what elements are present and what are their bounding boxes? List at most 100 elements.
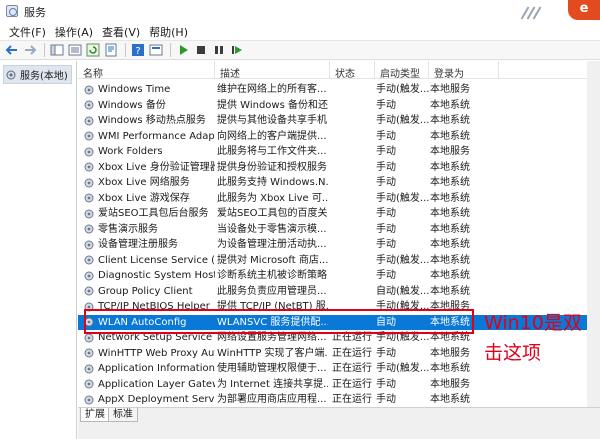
menu-view[interactable]: 查看(V) <box>98 22 145 40</box>
help-icon[interactable]: ? <box>130 42 146 58</box>
service-name-cell: Xbox Live 身份验证管理器 <box>83 160 215 176</box>
service-description: 为部署应用商店应用程... <box>217 394 327 405</box>
tab-standard[interactable]: 标准 <box>108 408 138 422</box>
service-description: 提供与其他设备共享手机... <box>217 115 328 126</box>
table-row[interactable]: WMI Performance Adapt...向网络上的客户端提供... 手动 本… <box>78 129 600 145</box>
service-description: 爱站SEO工具包的百度关... <box>217 208 328 219</box>
service-description: 提供身份验证和授权服务... <box>217 161 328 173</box>
table-row[interactable]: 设备管理注册服务 为设备管理注册活动执... 手动 本地系统 <box>78 237 600 253</box>
table-row[interactable]: Xbox Live 网络服务 此服务支持 Windows.N... 手动 本地系统 <box>78 175 600 191</box>
service-log-on-as: 本地系统 <box>430 161 470 173</box>
service-description: 提供对 Microsoft 商店... <box>217 254 328 266</box>
table-row[interactable]: Windows 移动热点服务 提供与其他设备共享手机... 手动(触发... 本地系统 <box>78 113 600 129</box>
gear-icon <box>84 240 94 250</box>
service-startup-type: 手动(触发... <box>376 363 429 374</box>
column-header-log-on-as[interactable]: 登录为 <box>429 61 499 80</box>
table-row[interactable]: Work Folders 此服务将与工作文件夹... 手动 本地服务 <box>78 144 600 160</box>
service-name: Windows Time <box>98 84 171 95</box>
gear-icon <box>84 348 94 358</box>
restart-service-icon[interactable] <box>229 42 245 58</box>
service-startup-type: 手动(触发... <box>376 84 429 95</box>
pause-service-icon[interactable] <box>211 42 227 58</box>
table-row[interactable]: Windows Time 维护在网络上的所有客... 手动(触发... 本地服务 <box>78 82 600 98</box>
service-status: 正在运行 <box>332 347 372 359</box>
table-row[interactable]: AppX Deployment Servic...为部署应用商店应用程... 正在… <box>78 392 600 407</box>
back-arrow-icon[interactable] <box>4 42 20 58</box>
menu-help[interactable]: 帮助(H) <box>145 22 193 40</box>
table-row[interactable]: Application Layer Gatewa...为 Internet 连接… <box>78 377 600 393</box>
service-log-on-as: 本地系统 <box>430 285 470 297</box>
service-startup-type: 手动 <box>376 239 396 250</box>
table-row[interactable]: Group Policy Client 此服务负责应用管理员... 自动(触发...… <box>78 284 600 300</box>
service-name-cell: AppX Deployment Servic... <box>83 392 215 407</box>
site-logo: e <box>568 0 600 20</box>
table-row[interactable]: Xbox Live 游戏保存 此服务为 Xbox Live 可... 手动(触发..… <box>78 191 600 207</box>
column-header-status[interactable]: 状态 <box>330 61 375 80</box>
annotation-text: Win10是双击这项 <box>484 312 582 364</box>
service-name-cell: Application Layer Gatewa... <box>83 377 215 393</box>
table-row[interactable]: Windows 备份 提供 Windows 备份和还... 手动 本地系统 <box>78 98 600 114</box>
table-row[interactable]: 爱站SEO工具包后台服务 爱站SEO工具包的百度关... 手动 本地系统 <box>78 206 600 222</box>
service-name-cell: WMI Performance Adapt... <box>83 129 215 145</box>
service-log-on-as: 本地服务 <box>430 146 470 157</box>
title-bar: 服务 e <box>0 0 600 22</box>
menu-action[interactable]: 操作(A) <box>51 22 98 40</box>
list-view-icon[interactable] <box>67 42 83 58</box>
menu-file[interactable]: 文件(F) <box>5 22 51 40</box>
gear-icon <box>84 85 94 95</box>
gear-icon <box>84 193 94 203</box>
properties-icon[interactable] <box>148 42 164 58</box>
service-name-cell: Diagnostic System Host <box>83 268 215 284</box>
service-name: Diagnostic System Host <box>98 270 215 281</box>
services-app-icon <box>6 5 18 17</box>
column-header-row: 名称 描述 状态 启动类型 登录为 <box>78 61 600 80</box>
service-name-cell: Windows Time <box>83 82 215 98</box>
start-service-icon[interactable] <box>175 42 191 58</box>
column-header-startup-type[interactable]: 启动类型 <box>375 61 429 80</box>
service-name-cell: WinHTTP Web Proxy Aut... <box>83 346 215 362</box>
service-name: 爱站SEO工具包后台服务 <box>98 208 209 219</box>
service-startup-type: 手动 <box>376 378 396 390</box>
service-name: WinHTTP Web Proxy Aut... <box>98 347 215 359</box>
service-description: 为设备管理注册活动执... <box>217 239 327 250</box>
column-header-description[interactable]: 描述 <box>215 61 330 80</box>
table-row[interactable]: 零售演示服务 当设备处于零售演示模... 手动 本地系统 <box>78 222 600 238</box>
service-startup-type: 手动 <box>376 161 396 173</box>
column-header-status-label: 状态 <box>335 69 355 80</box>
highlight-box <box>84 309 474 334</box>
table-row[interactable]: Xbox Live 身份验证管理器 提供身份验证和授权服务... 手动 本地系统 <box>78 160 600 176</box>
service-log-on-as: 本地系统 <box>430 192 470 204</box>
service-name: Client License Service (Cli... <box>98 254 215 266</box>
service-description: 此服务支持 Windows.N... <box>217 177 328 188</box>
service-startup-type: 手动 <box>376 130 396 142</box>
service-name: Application Layer Gatewa... <box>98 378 215 390</box>
service-name: Work Folders <box>98 146 163 157</box>
service-name: 设备管理注册服务 <box>98 239 178 250</box>
service-name-cell: Group Policy Client <box>83 284 215 300</box>
service-name-cell: Windows 备份 <box>83 98 215 114</box>
column-header-name[interactable]: 名称 <box>78 61 215 80</box>
service-startup-type: 手动(触发... <box>376 192 429 204</box>
service-status: 正在运行 <box>332 378 372 390</box>
export-list-icon[interactable] <box>103 42 119 58</box>
table-row[interactable]: Diagnostic System Host 诊断系统主机被诊断策略... 手动 本地… <box>78 268 600 284</box>
service-description: 为 Internet 连接共享提... <box>217 378 328 390</box>
service-name: 零售演示服务 <box>98 223 158 235</box>
service-startup-type: 手动 <box>376 394 396 405</box>
stop-service-icon[interactable] <box>193 42 209 58</box>
toolbar-separator <box>170 43 171 57</box>
tree-item-services-local[interactable]: 服务(本地) <box>3 65 72 84</box>
service-startup-type: 手动(触发... <box>376 254 429 266</box>
tab-extended[interactable]: 扩展 <box>80 408 110 422</box>
service-log-on-as: 本地系统 <box>430 115 470 126</box>
forward-arrow-icon[interactable] <box>22 42 38 58</box>
console-tree-icon[interactable] <box>49 42 65 58</box>
refresh-icon[interactable] <box>85 42 101 58</box>
gear-icon <box>84 131 94 141</box>
window-title: 服务 <box>24 6 46 19</box>
gear-icon <box>84 209 94 219</box>
table-row[interactable]: Client License Service (Cli...提供对 Micros… <box>78 253 600 269</box>
service-description: WinHTTP 实现了客户端... <box>217 347 328 359</box>
service-log-on-as: 本地系统 <box>430 239 470 250</box>
service-name-cell: Work Folders <box>83 144 215 160</box>
